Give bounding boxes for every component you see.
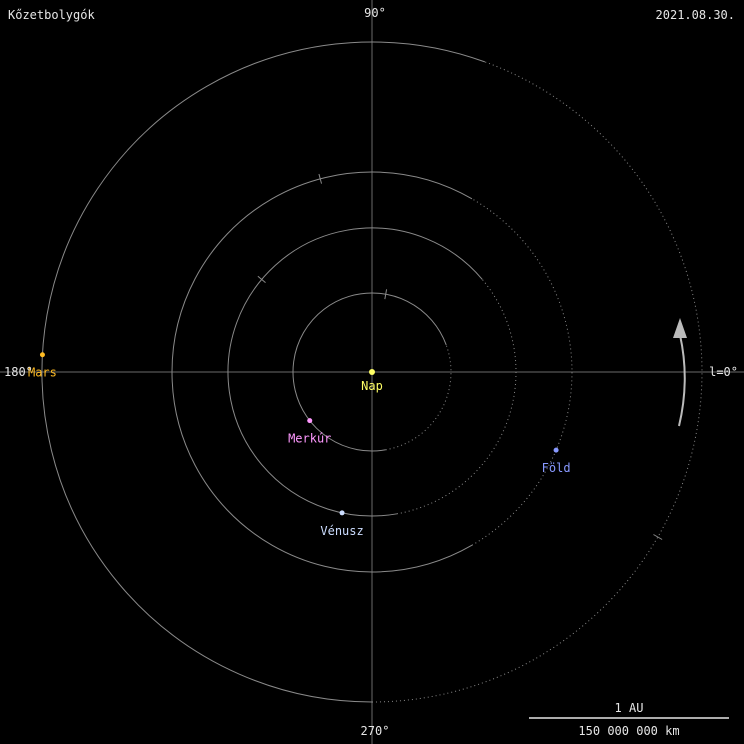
orbit-mars-below bbox=[371, 61, 703, 703]
planet-dot-earth bbox=[553, 447, 559, 453]
scale-bar: 1 AU 150 000 000 km bbox=[529, 701, 729, 738]
sun-dot bbox=[369, 369, 375, 375]
planet-dot-venus bbox=[339, 510, 345, 516]
planet-dot-mercury bbox=[307, 418, 313, 424]
diagram-title: Kőzetbolygók bbox=[8, 8, 95, 22]
sun-label: Nap bbox=[361, 379, 383, 393]
node-tick-mars bbox=[653, 534, 663, 540]
orbit-diagram: Nap MerkúrVénuszFöldMars Kőzetbolygók 20… bbox=[0, 0, 744, 744]
scale-label-au: 1 AU bbox=[615, 701, 644, 715]
axis-label-270: 270° bbox=[361, 724, 390, 738]
planets: MerkúrVénuszFöldMars bbox=[28, 352, 571, 538]
planet-label-earth: Föld bbox=[542, 461, 571, 475]
planet-label-mercury: Merkúr bbox=[288, 432, 331, 446]
axis-label-90: 90° bbox=[364, 6, 386, 20]
planet-label-venus: Vénusz bbox=[320, 524, 363, 538]
axis-label-0: l=0° bbox=[709, 365, 738, 379]
date-label: 2021.08.30. bbox=[656, 8, 735, 22]
scale-label-km: 150 000 000 km bbox=[578, 724, 679, 738]
node-tick-venus bbox=[257, 275, 266, 284]
orbit-mercury-below bbox=[385, 344, 452, 451]
axis-label-180: 180° bbox=[4, 365, 33, 379]
orbit-venus-below bbox=[396, 279, 517, 515]
planet-dot-mars bbox=[39, 352, 45, 358]
